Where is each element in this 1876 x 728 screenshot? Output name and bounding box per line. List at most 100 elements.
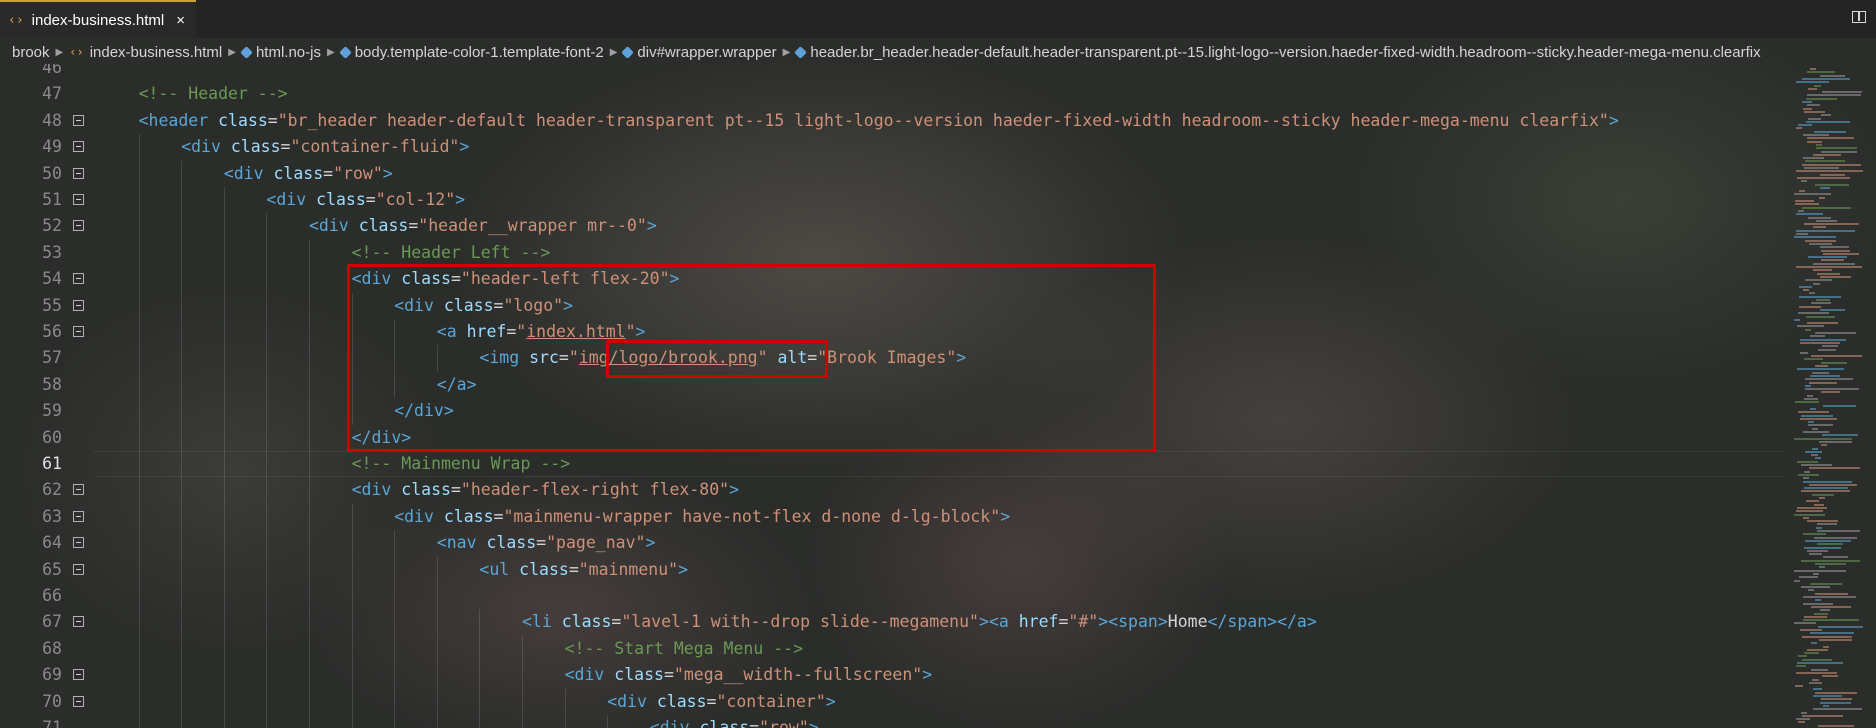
fold-toggle-icon[interactable] [73, 299, 84, 311]
code-token[interactable]: img/logo/brook.png [579, 348, 758, 367]
fold-toggle-icon[interactable] [73, 695, 84, 707]
fold-toggle-icon[interactable] [73, 194, 84, 205]
tab-index-business[interactable]: ‹› index-business.html × [0, 0, 196, 38]
code-line[interactable]: 50 <div class="row"> [0, 161, 1790, 187]
code-line[interactable]: 62 <div class="header-flex-right flex-80"… [0, 477, 1790, 503]
close-icon[interactable]: × [176, 12, 185, 29]
minimap-line [1803, 533, 1826, 536]
minimap-line [1811, 454, 1818, 457]
code-token[interactable]: index.html [526, 322, 625, 341]
code-line[interactable]: 49 <div class="container-fluid"> [0, 134, 1790, 160]
fold-toggle-icon[interactable] [73, 114, 84, 126]
minimap-line [1798, 473, 1819, 476]
minimap-line [1815, 332, 1856, 334]
code-token: "br_header header-default header-transpa… [277, 110, 1609, 130]
fold-toggle-icon[interactable] [73, 326, 84, 337]
code-line[interactable]: 52 <div class="header__wrapper mr--0"> [0, 213, 1790, 239]
code-line[interactable]: 67 <li class="lavel-1 with--drop slide--m… [0, 609, 1790, 635]
minimap[interactable] [1790, 64, 1876, 728]
code-line[interactable]: 65 <ul class="mainmenu"> [0, 557, 1790, 583]
breadcrumb-item[interactable]: div#wrapper.wrapper [621, 44, 777, 61]
code-token: "header-flex-right flex-80" [460, 480, 730, 500]
code-line[interactable]: 66 [0, 583, 1790, 609]
code-line[interactable]: 53 <!-- Header Left --> [0, 240, 1790, 266]
minimap-line [1802, 77, 1850, 80]
minimap-line [1798, 411, 1829, 414]
minimap-line [1823, 252, 1859, 255]
code-line[interactable]: 58 </a> [0, 372, 1790, 398]
line-number: 57 [42, 348, 62, 368]
code-token: < [138, 110, 149, 130]
minimap-line [1806, 97, 1837, 100]
minimap-line [1805, 450, 1822, 453]
minimap-line [1820, 275, 1851, 278]
minimap-line [1797, 325, 1824, 328]
fold-toggle-icon[interactable] [73, 484, 84, 496]
code-line[interactable]: 63 <div class="mainmenu-wrapper have-not-… [0, 504, 1790, 530]
fold-toggle-icon[interactable] [73, 616, 84, 628]
breadcrumb: brook ▶ ‹› index-business.html ▶ html.no-js ▶ b… [0, 40, 1876, 64]
split-editor-icon[interactable] [1852, 11, 1866, 23]
code-line[interactable]: 47 <!-- Header --> [0, 81, 1790, 107]
code-line[interactable]: 71 <div class="row"> [0, 715, 1790, 728]
code-line[interactable]: 57 <img src="img/logo/brook.png" alt="Bro… [0, 345, 1790, 371]
code-token: = [663, 665, 674, 685]
breadcrumb-item[interactable]: body.template-color-1.template-font-2 [338, 44, 604, 61]
code-token: class [273, 163, 324, 183]
code-token: <img [479, 348, 520, 368]
code-line[interactable]: 54 <div class="header-left flex-20"> [0, 266, 1790, 292]
code-line[interactable]: 69 <div class="mega__width--fullscreen"> [0, 662, 1790, 688]
breadcrumb-item[interactable]: ‹› index-business.html [69, 44, 222, 61]
fold-toggle-icon[interactable] [73, 141, 84, 153]
code-line[interactable]: 48 <header class="br_header header-defaul… [0, 108, 1790, 134]
breadcrumb-item[interactable]: brook [12, 44, 50, 61]
minimap-line [1794, 569, 1846, 572]
fold-toggle-icon[interactable] [73, 669, 84, 681]
code-line[interactable]: 60 </div> [0, 425, 1790, 451]
minimap-line [1796, 671, 1837, 674]
minimap-line [1810, 582, 1842, 585]
minimap-line [1806, 500, 1819, 503]
fold-toggle-icon[interactable] [73, 510, 84, 522]
minimap-line [1796, 266, 1862, 268]
minimap-line [1815, 183, 1849, 186]
minimap-line [1798, 655, 1807, 658]
code-token: <div [394, 295, 434, 315]
minimap-line [1811, 605, 1851, 608]
breadcrumb-item[interactable]: header.br_header.header-default.header-t… [794, 44, 1761, 61]
code-line[interactable]: 59 </div> [0, 398, 1790, 424]
code-text: <li class="lavel-1 with--drop slide--meg… [522, 609, 1317, 635]
minimap-line [1815, 563, 1846, 565]
minimap-line [1812, 678, 1819, 681]
html-file-icon: ‹› [69, 45, 84, 59]
code-token: alt [777, 348, 808, 368]
code-token: class [519, 559, 569, 579]
fold-toggle-icon[interactable] [73, 273, 84, 285]
code-token: " [568, 348, 579, 368]
code-line[interactable]: 51 <div class="col-12"> [0, 187, 1790, 213]
minimap-line [1816, 219, 1837, 222]
minimap-line [1817, 523, 1837, 526]
code-token: <div [223, 163, 264, 183]
code-line[interactable]: 68 <!-- Start Mega Menu --> [0, 636, 1790, 662]
code-token: class [218, 110, 268, 130]
minimap-line [1802, 206, 1851, 209]
code-editor[interactable]: 46 47 <!-- Header --> 48 <header class="br_h… [0, 64, 1876, 728]
code-line[interactable]: 56 <a href="index.html"> [0, 319, 1790, 345]
code-line[interactable]: 70 <div class="container"> [0, 689, 1790, 715]
fold-toggle-icon[interactable] [73, 537, 84, 549]
code-line[interactable]: 46 [0, 64, 1790, 81]
code-line[interactable]: 61 <!-- Mainmenu Wrap --> [0, 451, 1790, 478]
code-token: <ul [479, 559, 510, 579]
breadcrumb-item[interactable]: html.no-js [240, 44, 321, 61]
line-number: 65 [42, 559, 62, 579]
code-line[interactable]: 64 <nav class="page_nav"> [0, 530, 1790, 556]
fold-toggle-icon[interactable] [73, 167, 84, 179]
fold-toggle-icon[interactable] [73, 563, 84, 575]
code-token: "mainmenu-wrapper have-not-flex d-none d… [503, 506, 1001, 526]
code-line[interactable]: 55 <div class="logo"> [0, 293, 1790, 319]
fold-toggle-icon[interactable] [73, 220, 84, 232]
